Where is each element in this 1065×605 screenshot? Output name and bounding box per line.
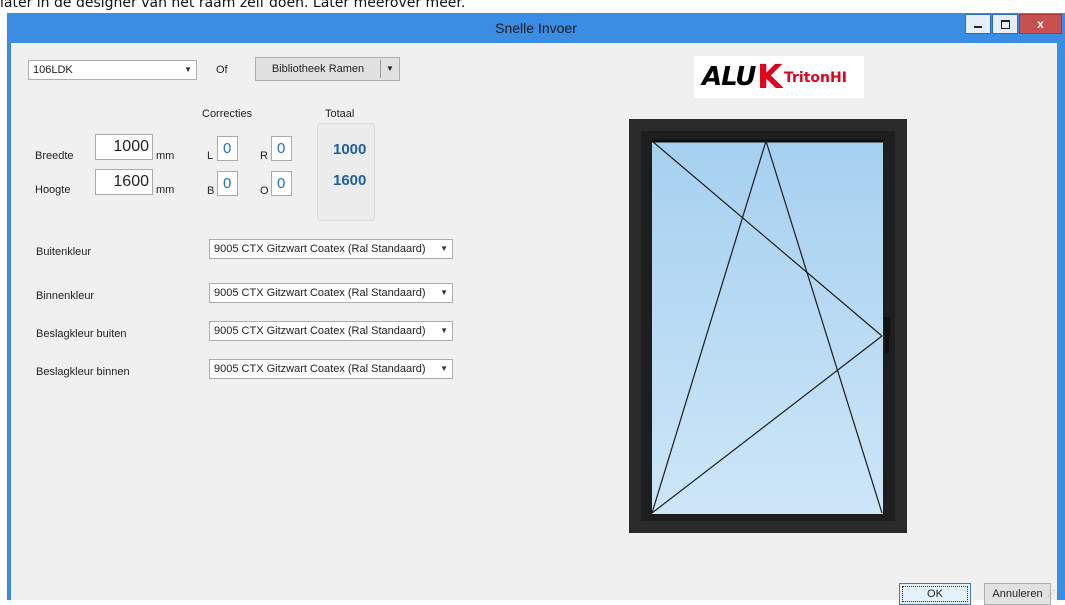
window-preview-drawing bbox=[629, 119, 907, 533]
width-unit: mm bbox=[156, 150, 175, 162]
close-icon: x bbox=[1037, 17, 1044, 31]
hardware-inner-color-select[interactable]: 9005 CTX Gitzwart Coatex (Ral Standaard)… bbox=[209, 359, 453, 379]
split-divider bbox=[380, 60, 381, 78]
maximize-icon bbox=[1000, 19, 1010, 29]
minimize-icon bbox=[974, 26, 982, 28]
background-document-text: later in de designer van het raam zelf d… bbox=[0, 0, 466, 10]
hardware-inner-color-label: Beslagkleur binnen bbox=[36, 366, 130, 378]
ok-button[interactable]: OK bbox=[899, 583, 971, 605]
total-height-value: 1600 bbox=[333, 172, 367, 189]
chevron-down-icon: ▼ bbox=[386, 64, 394, 73]
correction-left-input[interactable]: 0 bbox=[217, 136, 238, 161]
outer-color-value: 9005 CTX Gitzwart Coatex (Ral Standaard) bbox=[214, 243, 426, 255]
width-input-value: 1000 bbox=[113, 138, 149, 155]
snelle-invoer-dialog: Snelle Invoer x 106LDK ▼ Of Bibliotheek … bbox=[7, 13, 1065, 605]
chevron-down-icon: ▼ bbox=[440, 288, 448, 297]
window-title: Snelle Invoer bbox=[495, 20, 577, 36]
chevron-down-icon: ▼ bbox=[440, 364, 448, 373]
chevron-down-icon: ▼ bbox=[440, 244, 448, 253]
aluk-logo: ALU K TritonHI bbox=[694, 56, 864, 98]
correction-left-value: 0 bbox=[223, 140, 232, 157]
cancel-button[interactable]: Annuleren bbox=[984, 583, 1051, 605]
chevron-down-icon: ▼ bbox=[184, 65, 192, 74]
maximize-button[interactable] bbox=[992, 14, 1018, 34]
width-input[interactable]: 1000 bbox=[95, 134, 153, 160]
resize-grip-icon[interactable]: ⋰ bbox=[1047, 589, 1055, 598]
ok-button-label: OK bbox=[927, 588, 943, 600]
hardware-inner-color-value: 9005 CTX Gitzwart Coatex (Ral Standaard) bbox=[214, 363, 426, 375]
logo-k-text: K bbox=[757, 57, 783, 96]
correction-top-value: 0 bbox=[277, 175, 286, 192]
profile-select-value: 106LDK bbox=[33, 64, 73, 76]
height-input[interactable]: 1600 bbox=[95, 169, 153, 195]
minimize-button[interactable] bbox=[965, 14, 991, 34]
correction-top-label: O bbox=[260, 185, 269, 197]
correction-right-value: 0 bbox=[277, 140, 286, 157]
profile-select[interactable]: 106LDK ▼ bbox=[28, 60, 197, 80]
height-unit: mm bbox=[156, 184, 175, 196]
width-label: Breedte bbox=[35, 150, 74, 162]
title-bar[interactable]: Snelle Invoer x bbox=[7, 13, 1065, 43]
corrections-header: Correcties bbox=[202, 108, 253, 120]
correction-bottom-label: B bbox=[207, 185, 215, 197]
cancel-button-label: Annuleren bbox=[992, 588, 1043, 600]
total-width-value: 1000 bbox=[333, 141, 367, 158]
correction-bottom-value: 0 bbox=[223, 175, 232, 192]
height-label: Hoogte bbox=[35, 184, 71, 196]
or-label: Of bbox=[216, 64, 228, 76]
dialog-body: 106LDK ▼ Of Bibliotheek Ramen ▼ Breedte … bbox=[11, 43, 1057, 605]
correction-bottom-input[interactable]: 0 bbox=[217, 171, 238, 196]
height-input-value: 1600 bbox=[113, 173, 149, 190]
chevron-down-icon: ▼ bbox=[440, 326, 448, 335]
outer-color-label: Buitenkleur bbox=[36, 246, 92, 258]
correction-right-label: R bbox=[260, 150, 268, 162]
logo-tritonhi-text: TritonHI bbox=[784, 70, 847, 86]
correction-right-input[interactable]: 0 bbox=[271, 136, 292, 161]
correction-top-input[interactable]: 0 bbox=[271, 171, 292, 196]
inner-color-value: 9005 CTX Gitzwart Coatex (Ral Standaard) bbox=[214, 287, 426, 299]
hardware-outer-color-label: Beslagkleur buiten bbox=[36, 328, 127, 340]
glass-pane bbox=[652, 141, 883, 514]
close-button[interactable]: x bbox=[1019, 14, 1062, 34]
hardware-outer-color-select[interactable]: 9005 CTX Gitzwart Coatex (Ral Standaard)… bbox=[209, 321, 453, 341]
inner-color-label: Binnenkleur bbox=[36, 290, 95, 302]
outer-color-select[interactable]: 9005 CTX Gitzwart Coatex (Ral Standaard)… bbox=[209, 239, 453, 259]
library-button-label: Bibliotheek Ramen bbox=[271, 63, 365, 75]
hardware-outer-color-value: 9005 CTX Gitzwart Coatex (Ral Standaard) bbox=[214, 325, 426, 337]
inner-color-select[interactable]: 9005 CTX Gitzwart Coatex (Ral Standaard)… bbox=[209, 283, 453, 303]
logo-alu-text: ALU bbox=[702, 62, 756, 92]
library-windows-button[interactable]: Bibliotheek Ramen ▼ bbox=[255, 57, 400, 81]
totals-header: Totaal bbox=[323, 108, 357, 120]
correction-left-label: L bbox=[207, 150, 214, 162]
